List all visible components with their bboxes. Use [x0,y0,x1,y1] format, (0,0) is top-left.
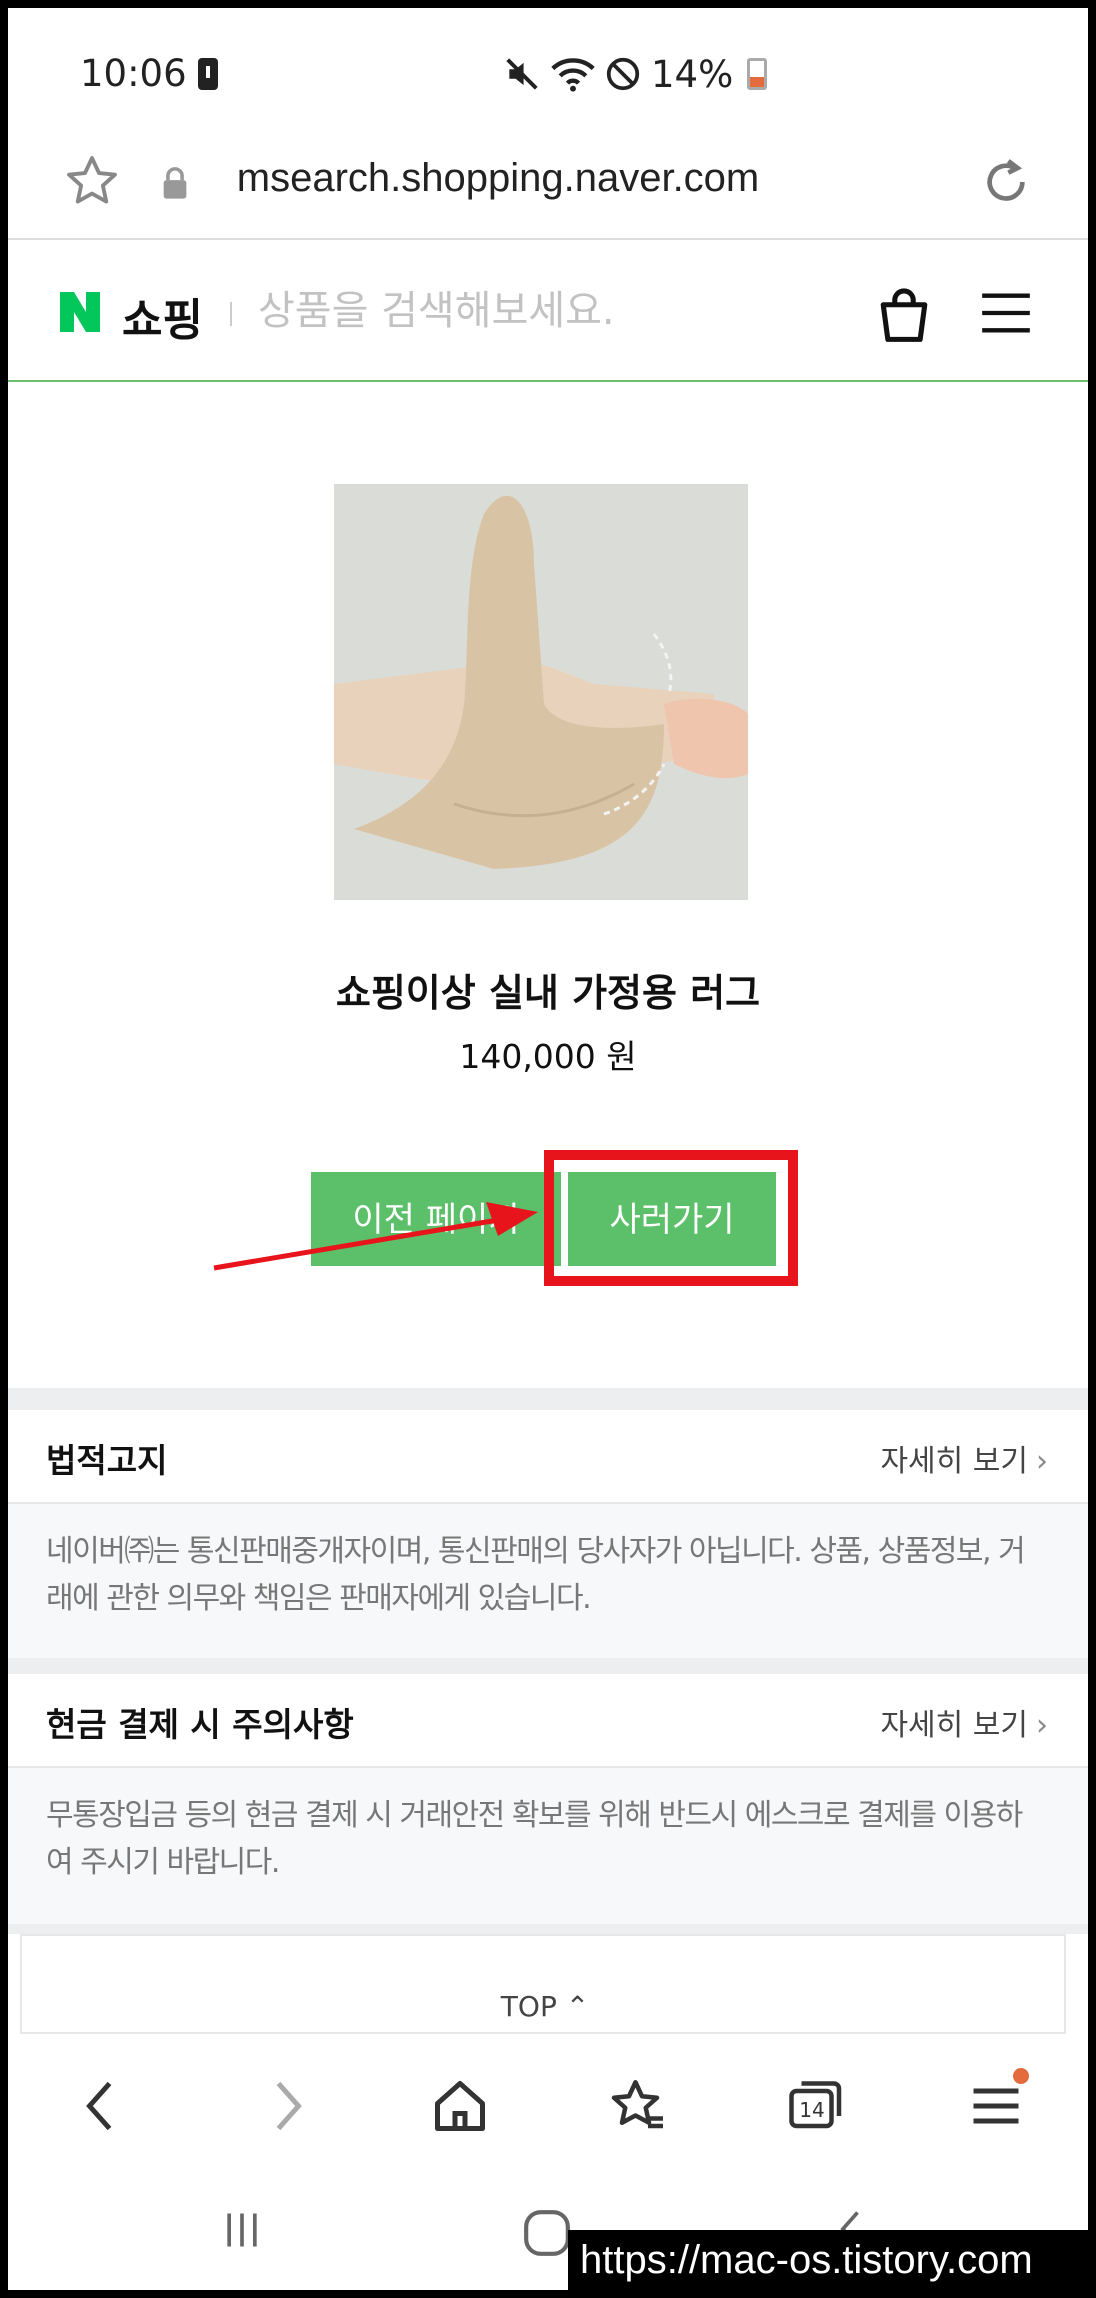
forward-icon[interactable] [256,2076,316,2136]
back-icon[interactable] [72,2076,132,2136]
mute-icon [506,58,538,90]
bookmark-star-icon[interactable] [63,152,121,210]
status-time: 10:06 [80,52,187,95]
home-button-icon[interactable] [522,2208,572,2258]
battery-percent: 14% [651,52,734,96]
tab-count: 14 [799,2098,825,2122]
chevron-right-icon: › [1036,1708,1048,1743]
details-link[interactable]: 자세히 보기 › [880,1700,1048,1744]
section-title: 현금 결제 시 주의사항 [46,1705,354,1744]
battery-alert-icon [198,58,218,90]
product-price: 140,000 원 [459,1037,637,1076]
cash-payment-notice-section: 현금 결제 시 주의사항 자세히 보기 › 무통장입금 등의 현금 결제 시 거래… [8,1674,1088,1924]
status-icons: 14% [503,52,768,96]
browser-toolbar: 14 [8,2034,1088,2174]
product-image [334,484,748,900]
annotation-arrow-icon [213,1202,538,1271]
top-button[interactable]: TOP ⌃ [20,1934,1066,2034]
top-label-text: TOP [500,1990,557,2023]
brand-title[interactable]: 쇼핑 [122,284,203,348]
section-gap [8,1924,1088,1934]
legal-notice-section: 법적고지 자세히 보기 › 네이버㈜는 통신판매중개자이며, 통신판매의 당사자가… [8,1410,1088,1658]
bookmarks-icon[interactable] [608,2076,668,2136]
wifi-icon [551,58,595,92]
recent-apps-icon[interactable] [220,2208,264,2252]
header-divider [230,302,232,326]
notification-dot [1013,2068,1029,2084]
battery-icon [747,58,768,90]
shopping-header: 쇼핑 [8,240,1088,382]
section-body: 무통장입금 등의 현금 결제 시 거래안전 확보를 위해 반드시 에스크로 결제… [46,1798,1023,1880]
menu-icon[interactable] [980,290,1032,336]
product-title: 쇼핑이상 실내 가정용 러그 [335,971,761,1015]
section-title: 법적고지 [46,1441,168,1480]
home-icon[interactable] [430,2076,490,2136]
section-header: 현금 결제 시 주의사항 자세히 보기 › [8,1674,1088,1768]
details-link-label: 자세히 보기 [880,1708,1028,1743]
url-text[interactable]: msearch.shopping.naver.com [218,156,778,201]
search-input[interactable] [258,288,658,334]
phone-screen: 10:06 14% msearch.shopping.naver.com 쇼핑 [8,8,1088,2290]
chevron-right-icon: › [1036,1444,1048,1479]
naver-logo-icon[interactable] [56,288,104,336]
top-label: TOP ⌃ [22,1990,1068,2023]
shopping-bag-icon[interactable] [876,284,932,344]
do-not-disturb-icon [606,57,640,91]
tabs-button[interactable]: 14 [784,2076,844,2136]
details-link-label: 자세히 보기 [880,1444,1028,1479]
status-bar: 10:06 14% [8,8,1088,128]
browser-url-bar: msearch.shopping.naver.com [8,128,1088,240]
reload-icon[interactable] [978,154,1034,210]
sock-image [334,484,748,900]
section-gap [8,1388,1088,1410]
section-gap [8,1658,1088,1674]
more-menu-icon[interactable] [966,2076,1026,2136]
section-header: 법적고지 자세히 보기 › [8,1410,1088,1504]
highlight-box [544,1150,798,1286]
lock-icon [163,167,187,199]
watermark: https://mac-os.tistory.com [568,2230,1088,2290]
section-body: 네이버㈜는 통신판매중개자이며, 통신판매의 당사자가 아닙니다. 상품, 상품… [46,1534,1026,1616]
chevron-up-icon: ⌃ [565,1990,590,2023]
details-link[interactable]: 자세히 보기 › [880,1436,1048,1480]
